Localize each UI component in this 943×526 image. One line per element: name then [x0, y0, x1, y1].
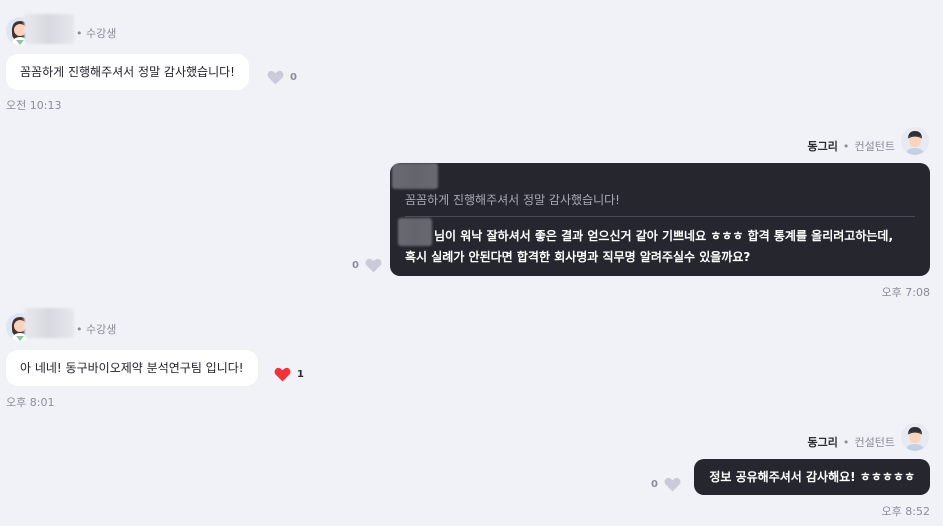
- student-role: • 수강생: [76, 323, 117, 336]
- like-button[interactable]: 1: [274, 367, 304, 382]
- like-count: 0: [651, 479, 658, 490]
- student-role: • 수강생: [76, 27, 117, 40]
- message-time: 오전 10:13: [6, 99, 62, 112]
- message-time: 오후 8:52: [881, 505, 930, 518]
- heart-icon: [267, 70, 284, 85]
- mention-redacted: [398, 218, 432, 246]
- consultant-header: 동그리 • 컨설턴트: [807, 436, 895, 449]
- message-bubble: 정보 공유해주셔서 감사해요! ㅎㅎㅎㅎㅎ: [694, 459, 930, 495]
- quoted-name-redacted: [392, 163, 438, 189]
- like-count: 0: [290, 72, 297, 83]
- reply-line-2: 혹시 실례가 안된다면 합격한 회사명과 직무명 알려주실수 있을까요?: [405, 250, 751, 264]
- message-text: 아 네네! 동구바이오제약 분석연구팀 입니다!: [20, 361, 244, 375]
- like-button[interactable]: 0: [352, 258, 382, 273]
- message-time: 오후 7:08: [881, 286, 930, 299]
- heart-icon: [365, 258, 382, 273]
- consultant-name: 동그리: [807, 140, 838, 153]
- consultant-avatar: [901, 127, 929, 155]
- quoted-message: 꼼꼼하게 진행해주셔서 정말 감사했습니다!: [405, 193, 620, 207]
- quote-divider: [405, 216, 915, 217]
- consultant-role: 컨설턴트: [854, 140, 895, 153]
- heart-icon: [664, 477, 681, 492]
- like-button[interactable]: 0: [267, 70, 297, 85]
- message-text: 꼼꼼하게 진행해주셔서 정말 감사했습니다!: [20, 65, 235, 79]
- message-time: 오후 8:01: [6, 396, 55, 409]
- message-bubble: 아 네네! 동구바이오제약 분석연구팀 입니다!: [6, 350, 258, 386]
- message-text: 정보 공유해주셔서 감사해요! ㅎㅎㅎㅎㅎ: [709, 470, 915, 484]
- consultant-name: 동그리: [807, 436, 838, 449]
- consultant-role: 컨설턴트: [854, 436, 895, 449]
- consultant-avatar: [901, 423, 929, 451]
- like-count: 1: [297, 369, 304, 380]
- consultant-header: 동그리 • 컨설턴트: [807, 140, 895, 153]
- like-count: 0: [352, 260, 359, 271]
- like-button[interactable]: 0: [651, 477, 681, 492]
- heart-filled-icon: [274, 367, 291, 382]
- message-bubble: 꼼꼼하게 진행해주셔서 정말 감사했습니다!: [6, 54, 249, 90]
- student-name-redacted: [24, 14, 74, 44]
- student-name-redacted: [24, 308, 74, 338]
- reply-bubble: 꼼꼼하게 진행해주셔서 정말 감사했습니다! 님이 워낙 잘하셔서 좋은 결과 …: [390, 163, 930, 276]
